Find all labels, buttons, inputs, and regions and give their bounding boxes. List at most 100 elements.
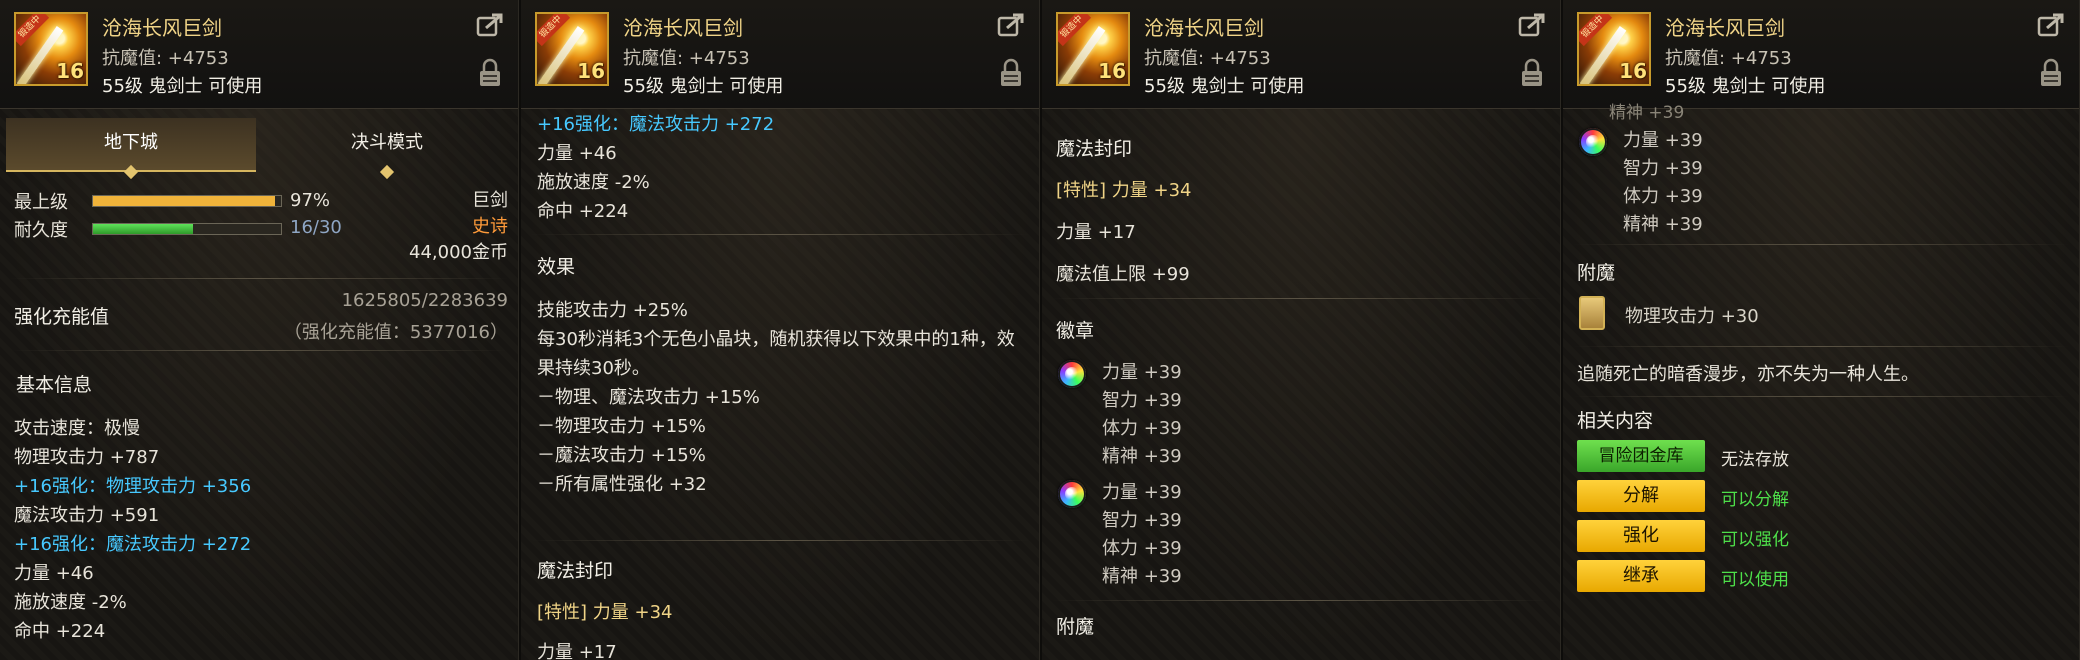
effect-line: 技能攻击力 +25% [537, 300, 688, 321]
tooltip-panel-1: 锻造中 16 沧海长风巨剑 抗魔值: +4753 55级 鬼剑士 可使用 地下城… [0, 0, 519, 660]
stat-line: 物理攻击力 +787 [14, 447, 160, 468]
item-name: 沧海长风巨剑 [1665, 16, 1785, 40]
share-icon[interactable] [2037, 12, 2065, 38]
emblem-stat: 力量 +39 [1102, 482, 1182, 503]
related-status: 可以分解 [1721, 490, 1789, 510]
item-header: 锻造中 16 沧海长风巨剑 抗魔值: +4753 55级 鬼剑士 可使用 [1563, 0, 2079, 109]
lock-icon[interactable] [2039, 58, 2063, 88]
effect-line: 每30秒消耗3个无色小晶块，随机获得以下效果中的1种，效 [537, 329, 1015, 350]
related-status: 可以强化 [1721, 530, 1789, 550]
enchant-value: 物理攻击力 +30 [1625, 306, 1759, 327]
stat-line: +16强化：魔法攻击力 +272 [537, 114, 775, 135]
related-button[interactable]: 分解 [1577, 480, 1705, 512]
rarity: 史诗 [472, 216, 508, 237]
grade-label: 最上级 [14, 192, 68, 213]
item-name: 沧海长风巨剑 [1144, 16, 1264, 40]
item-icon: 锻造中 16 [1577, 12, 1651, 86]
stat-line: 攻击速度：极慢 [14, 418, 140, 439]
item-icon: 锻造中 16 [1056, 12, 1130, 86]
lock-icon[interactable] [1520, 58, 1544, 88]
stat-line: 施放速度 -2% [537, 172, 650, 193]
seal-trait: [特性] 力量 +34 [1056, 180, 1192, 201]
related-button[interactable]: 继承 [1577, 560, 1705, 592]
stat-line: +16强化：魔法攻击力 +272 [14, 534, 252, 555]
emblem-stat: 体力 +39 [1623, 186, 1703, 207]
related-status: 无法存放 [1721, 450, 1789, 470]
effect-line: 果持续30秒。 [537, 358, 650, 379]
charge-value: 1625805/2283639 [341, 290, 508, 311]
tab-duel[interactable]: 决斗模式 [262, 118, 512, 180]
grade-value: 97% [290, 190, 331, 211]
seal-title: 魔法封印 [537, 560, 614, 582]
item-icon-ribbon: 锻造中 [1058, 14, 1092, 47]
emblem-stat: 智力 +39 [1102, 390, 1182, 411]
emblem-stat: 智力 +39 [1623, 158, 1703, 179]
effect-line: －魔法攻击力 +15% [537, 445, 706, 466]
emblem-orb-icon [1579, 128, 1607, 156]
related-title: 相关内容 [1577, 410, 1654, 432]
item-requirement: 55级 鬼剑士 可使用 [102, 76, 263, 97]
stat-line: 力量 +46 [14, 563, 94, 584]
related-button[interactable]: 强化 [1577, 520, 1705, 552]
related-button[interactable]: 冒险团金库 [1577, 440, 1705, 472]
item-header: 锻造中 16 沧海长风巨剑 抗魔值: +4753 55级 鬼剑士 可使用 [521, 0, 1039, 109]
enchant-title: 附魔 [1056, 616, 1095, 638]
seal-trait: [特性] 力量 +34 [537, 602, 673, 623]
emblem-orb-icon [1058, 360, 1086, 388]
durability-label: 耐久度 [14, 220, 68, 241]
stat-line: 力量 +46 [537, 143, 617, 164]
item-icon-level: 16 [577, 59, 605, 83]
emblem-stat: 力量 +39 [1102, 362, 1182, 383]
effect-line: －物理攻击力 +15% [537, 416, 706, 437]
tooltip-panel-2: 锻造中 16 沧海长风巨剑 抗魔值: +4753 55级 鬼剑士 可使用 +16… [521, 0, 1040, 660]
emblem-stat: 精神 +39 [1623, 214, 1703, 235]
mode-tabs: 地下城 决斗模式 [6, 118, 512, 180]
basic-info-title: 基本信息 [16, 374, 93, 396]
charge-label: 强化充能值 [14, 306, 110, 328]
effect-line: －物理、魔法攻击力 +15% [537, 387, 760, 408]
stat-line: 命中 +224 [14, 621, 106, 642]
lock-icon[interactable] [999, 58, 1023, 88]
lock-icon[interactable] [478, 58, 502, 88]
item-icon-level: 16 [1098, 59, 1126, 83]
share-icon[interactable] [1518, 12, 1546, 38]
item-resist: 抗魔值: +4753 [102, 48, 229, 69]
enchant-card-icon [1579, 296, 1605, 330]
effect-line: －所有属性强化 +32 [537, 474, 707, 495]
stat-line: 施放速度 -2% [14, 592, 127, 613]
seal-line: 力量 +17 [1056, 222, 1136, 243]
emblem-stat: 体力 +39 [1102, 418, 1182, 439]
item-requirement: 55级 鬼剑士 可使用 [1665, 76, 1826, 97]
item-icon: 锻造中 16 [14, 12, 88, 86]
seal-title: 魔法封印 [1056, 138, 1133, 160]
sell-price: 44,000金币 [409, 242, 508, 263]
seal-line-cut: 力量 +17 [537, 642, 617, 660]
related-status: 可以使用 [1721, 570, 1789, 590]
charge-note: （强化充能值：5377016） [283, 322, 508, 343]
tab-dungeon[interactable]: 地下城 [6, 118, 256, 180]
item-resist: 抗魔值: +4753 [1144, 48, 1271, 69]
flavor-text: 追随死亡的暗香漫步，亦不失为一种人生。 [1577, 364, 1919, 385]
cut-line: 精神 +39 [1609, 103, 1685, 123]
emblem-stat: 力量 +39 [1623, 130, 1703, 151]
item-icon-level: 16 [1619, 59, 1647, 83]
item-icon-ribbon: 锻造中 [16, 14, 50, 47]
item-header: 锻造中 16 沧海长风巨剑 抗魔值: +4753 55级 鬼剑士 可使用 [1042, 0, 1560, 109]
item-icon-ribbon: 锻造中 [537, 14, 571, 47]
item-name: 沧海长风巨剑 [102, 16, 222, 40]
item-requirement: 55级 鬼剑士 可使用 [1144, 76, 1305, 97]
enchant-title: 附魔 [1577, 262, 1616, 284]
tooltip-panel-4: 锻造中 16 沧海长风巨剑 抗魔值: +4753 55级 鬼剑士 可使用 精神 … [1563, 0, 2080, 660]
grade-bar [92, 195, 282, 207]
item-icon: 锻造中 16 [535, 12, 609, 86]
tooltip-panel-3: 锻造中 16 沧海长风巨剑 抗魔值: +4753 55级 鬼剑士 可使用 魔法封… [1042, 0, 1561, 660]
stat-line: +16强化：物理攻击力 +356 [14, 476, 252, 497]
share-icon[interactable] [997, 12, 1025, 38]
share-icon[interactable] [476, 12, 504, 38]
emblem-stat: 精神 +39 [1102, 566, 1182, 587]
seal-line: 魔法值上限 +99 [1056, 264, 1190, 285]
item-icon-ribbon: 锻造中 [1579, 14, 1613, 47]
emblem-orb-icon [1058, 480, 1086, 508]
item-icon-level: 16 [56, 59, 84, 83]
effect-title: 效果 [537, 256, 576, 278]
